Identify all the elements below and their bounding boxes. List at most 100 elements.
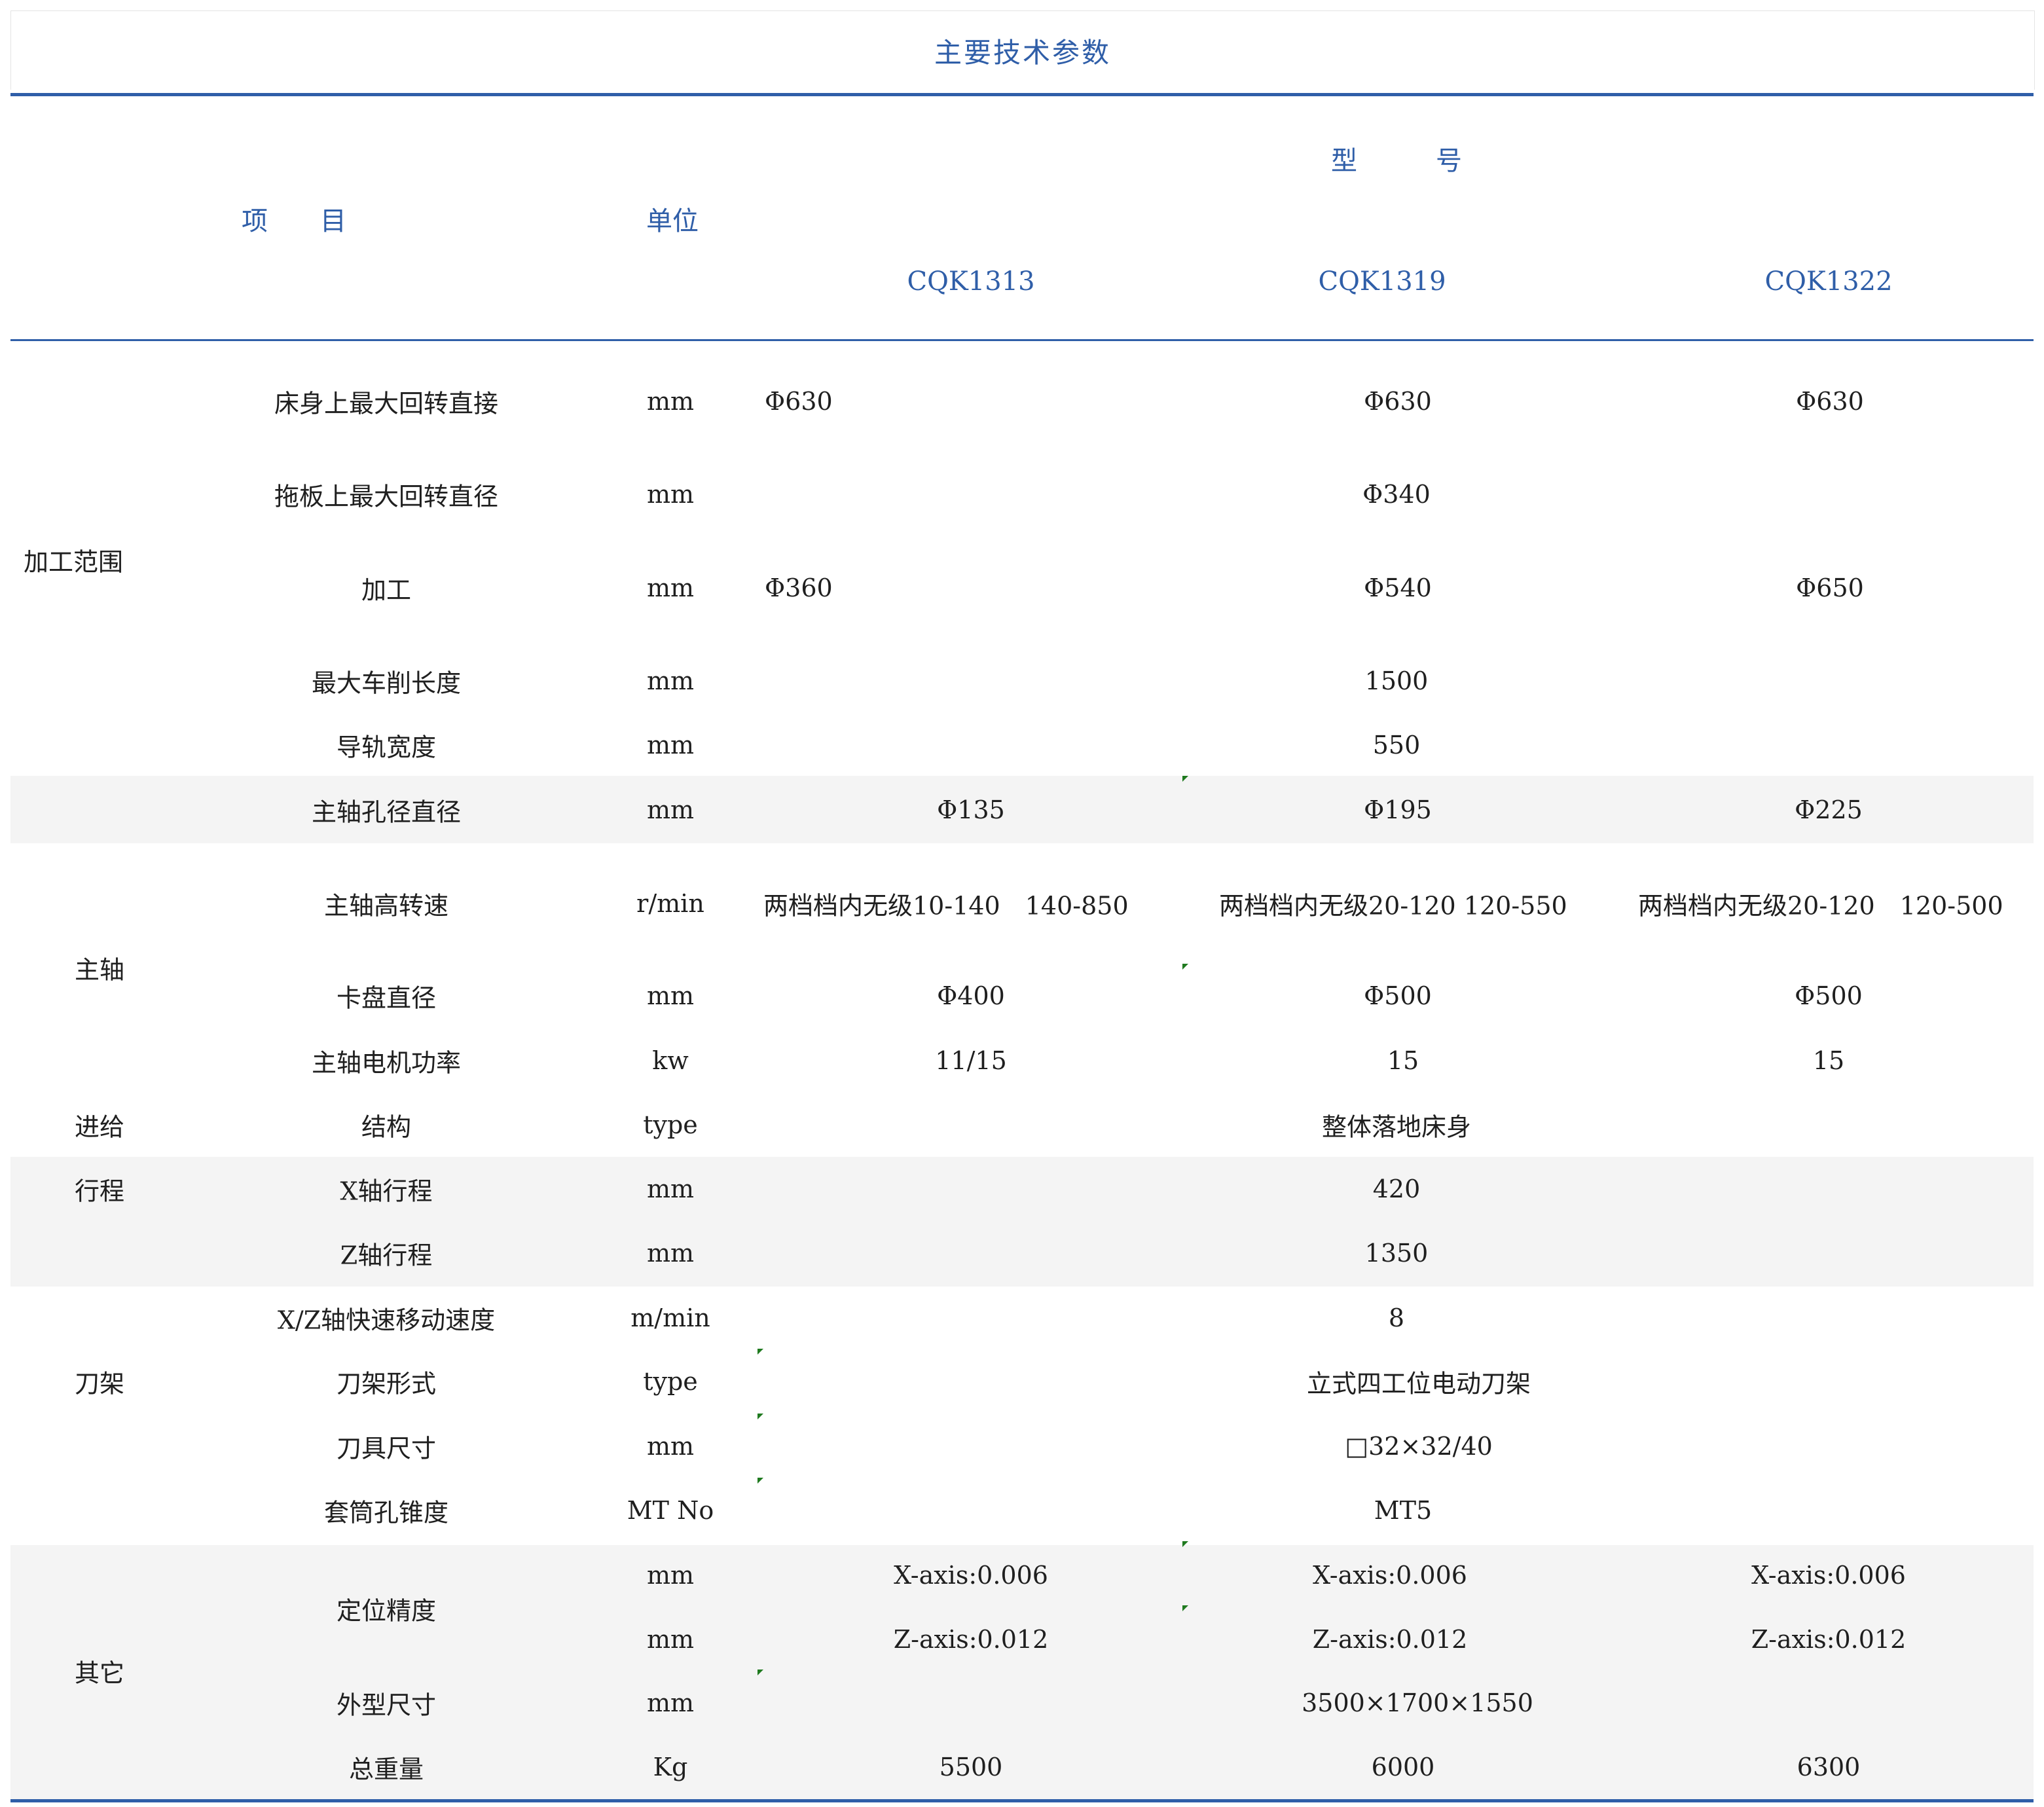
- row-value: 8: [1388, 1304, 1405, 1332]
- cell-marker: [1182, 964, 1188, 970]
- row-value: X-axis:0.006: [1751, 1561, 1906, 1590]
- row-value: Φ500: [1364, 981, 1432, 1010]
- row-unit: mm: [646, 1561, 695, 1590]
- row-value: X-axis:0.006: [894, 1561, 1048, 1590]
- row-name: 拖板上最大回转直径: [274, 482, 499, 511]
- model-cqk1313: CQK1313: [907, 266, 1035, 297]
- row-name: 主轴电机功率: [311, 1048, 462, 1078]
- row-value: 整体落地床身: [1321, 1112, 1472, 1142]
- row-value: 1500: [1364, 666, 1429, 695]
- row-name: 最大车削长度: [311, 668, 462, 698]
- row-value: 11/15: [935, 1046, 1007, 1075]
- row-name: 主轴孔径直径: [311, 797, 462, 827]
- row-name: 卡盘直径: [336, 983, 437, 1013]
- cell-marker: [1182, 1541, 1188, 1547]
- row-name: X/Z轴快速移动速度: [277, 1305, 496, 1335]
- spec-page: 主要技术参数 项 目 单位 型 号 CQK1313 CQK1319 CQK132…: [0, 0, 2044, 1807]
- row-value: Φ195: [1364, 795, 1432, 824]
- row-unit: kw: [652, 1046, 689, 1075]
- cell-marker: [757, 1670, 763, 1675]
- cell-marker: [757, 1414, 763, 1419]
- row-value: 420: [1372, 1175, 1421, 1203]
- row-value: Φ340: [1362, 480, 1431, 509]
- row-unit: mm: [646, 981, 695, 1010]
- row-unit: r/min: [636, 889, 704, 918]
- shaded-band: [10, 1157, 2034, 1287]
- row-value: Φ225: [1795, 795, 1863, 824]
- group-label: 加工范围: [24, 547, 124, 577]
- header-item: 项 目: [242, 206, 346, 236]
- header-unit: 单位: [646, 206, 699, 236]
- title-underline: [10, 93, 2034, 96]
- row-unit: mm: [646, 574, 695, 602]
- row-value: Φ400: [937, 981, 1005, 1010]
- row-unit: mm: [646, 1239, 695, 1268]
- row-unit: MT No: [627, 1496, 714, 1525]
- row-value: Φ135: [937, 795, 1005, 824]
- row-name: 刀架形式: [336, 1369, 437, 1398]
- group-label: 其它: [74, 1658, 125, 1688]
- row-name: 定位精度: [336, 1596, 437, 1626]
- row-value: 立式四工位电动刀架: [1306, 1369, 1531, 1398]
- row-name: 外型尺寸: [336, 1690, 437, 1720]
- row-name: 导轨宽度: [336, 733, 437, 762]
- row-value: Z-axis:0.012: [893, 1625, 1049, 1654]
- row-value: Φ630: [765, 387, 833, 416]
- row-value: □32×32/40: [1345, 1432, 1493, 1461]
- row-value: Z-axis:0.012: [1312, 1625, 1468, 1654]
- group-label: 进给: [74, 1112, 125, 1142]
- row-value: Φ500: [1795, 981, 1863, 1010]
- row-unit: mm: [646, 1432, 695, 1461]
- row-value: 两档档内无级20-120 120-500: [1638, 891, 2003, 921]
- row-name: Z轴行程: [340, 1241, 433, 1270]
- row-name: X轴行程: [340, 1177, 433, 1206]
- row-value: 15: [1812, 1046, 1845, 1075]
- row-name: 套筒孔锥度: [323, 1498, 449, 1527]
- row-name: 主轴高转速: [323, 891, 449, 921]
- cell-marker: [1182, 776, 1188, 782]
- row-value: 6300: [1797, 1753, 1861, 1781]
- row-value: 3500×1700×1550: [1302, 1688, 1533, 1717]
- header-model: 型 号: [1331, 146, 1462, 176]
- row-value: X-axis:0.006: [1313, 1561, 1467, 1590]
- row-name: 加工: [361, 575, 412, 605]
- group-label: 行程: [74, 1177, 125, 1206]
- row-value: 两档档内无级20-120 120-550: [1219, 891, 1567, 921]
- row-unit: type: [643, 1367, 698, 1396]
- model-cqk1319: CQK1319: [1318, 266, 1446, 297]
- row-value: 15: [1387, 1046, 1419, 1075]
- page-title: 主要技术参数: [10, 10, 2035, 90]
- row-value: 550: [1372, 731, 1421, 759]
- row-value: Φ360: [765, 574, 833, 602]
- row-value: 5500: [939, 1753, 1003, 1781]
- row-value: 两档档内无级10-140 140-850: [763, 891, 1129, 921]
- cell-marker: [1182, 1605, 1188, 1611]
- row-unit: mm: [646, 1175, 695, 1203]
- row-value: Z-axis:0.012: [1751, 1625, 1907, 1654]
- row-unit: m/min: [630, 1304, 710, 1332]
- row-unit: mm: [646, 731, 695, 759]
- row-unit: mm: [646, 480, 695, 509]
- row-value: Φ630: [1796, 387, 1864, 416]
- row-unit: mm: [646, 387, 695, 416]
- bottom-rule: [10, 1799, 2034, 1802]
- row-unit: Kg: [653, 1753, 688, 1781]
- cell-marker: [757, 1478, 763, 1484]
- row-unit: type: [643, 1110, 698, 1139]
- row-unit: mm: [646, 795, 695, 824]
- row-value: MT5: [1374, 1496, 1433, 1525]
- row-value: Φ650: [1796, 574, 1864, 602]
- header-rule: [10, 339, 2034, 341]
- group-label: 主轴: [74, 955, 125, 985]
- row-unit: mm: [646, 1625, 695, 1654]
- row-name: 刀具尺寸: [336, 1434, 437, 1463]
- row-value: Φ540: [1364, 574, 1432, 602]
- row-name: 总重量: [348, 1755, 424, 1784]
- row-unit: mm: [646, 666, 695, 695]
- row-value: Φ630: [1364, 387, 1432, 416]
- row-value: 6000: [1371, 1753, 1435, 1781]
- model-cqk1322: CQK1322: [1764, 266, 1893, 297]
- row-name: 床身上最大回转直接: [274, 389, 499, 418]
- group-label: 刀架: [74, 1369, 125, 1398]
- row-value: 1350: [1364, 1239, 1429, 1268]
